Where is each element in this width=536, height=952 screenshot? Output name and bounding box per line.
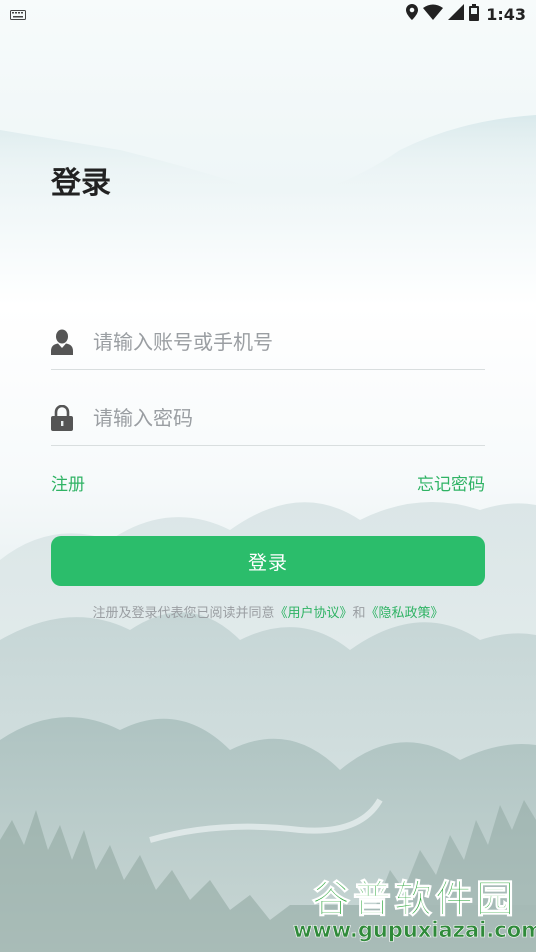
link-row: 注册 忘记密码 bbox=[51, 470, 485, 495]
agreement-conjunction: 和 bbox=[352, 606, 366, 621]
register-link[interactable]: 注册 bbox=[51, 470, 85, 495]
password-field[interactable] bbox=[51, 391, 485, 446]
account-field[interactable] bbox=[51, 315, 485, 370]
keyboard-icon bbox=[10, 5, 26, 24]
page-title: 登录 bbox=[51, 166, 111, 201]
signal-icon bbox=[448, 4, 465, 24]
user-agreement-link[interactable]: 《用户协议》 bbox=[274, 606, 352, 621]
password-input[interactable] bbox=[93, 406, 473, 430]
watermark-logo: 谷普软件园 www.gupuxiazai.com bbox=[293, 868, 536, 952]
lock-icon bbox=[51, 405, 73, 431]
status-time: 1:43 bbox=[486, 4, 526, 24]
location-icon bbox=[406, 4, 419, 24]
agreement-prefix: 注册及登录代表您已阅读并同意 bbox=[92, 606, 275, 621]
watermark-url: www.gupuxiazai.com bbox=[293, 918, 536, 943]
wifi-icon bbox=[423, 4, 444, 24]
forgot-password-link[interactable]: 忘记密码 bbox=[417, 470, 485, 495]
login-button[interactable]: 登录 bbox=[51, 536, 485, 586]
watermark-title: 谷普软件园 bbox=[311, 877, 517, 922]
user-icon bbox=[51, 329, 73, 355]
agreement-text: 注册及登录代表您已阅读并同意《用户协议》和《隐私政策》 bbox=[0, 602, 536, 621]
account-input[interactable] bbox=[93, 330, 473, 354]
battery-icon bbox=[469, 3, 480, 25]
privacy-policy-link[interactable]: 《隐私政策》 bbox=[366, 606, 444, 621]
status-bar: 1:43 bbox=[0, 0, 536, 28]
